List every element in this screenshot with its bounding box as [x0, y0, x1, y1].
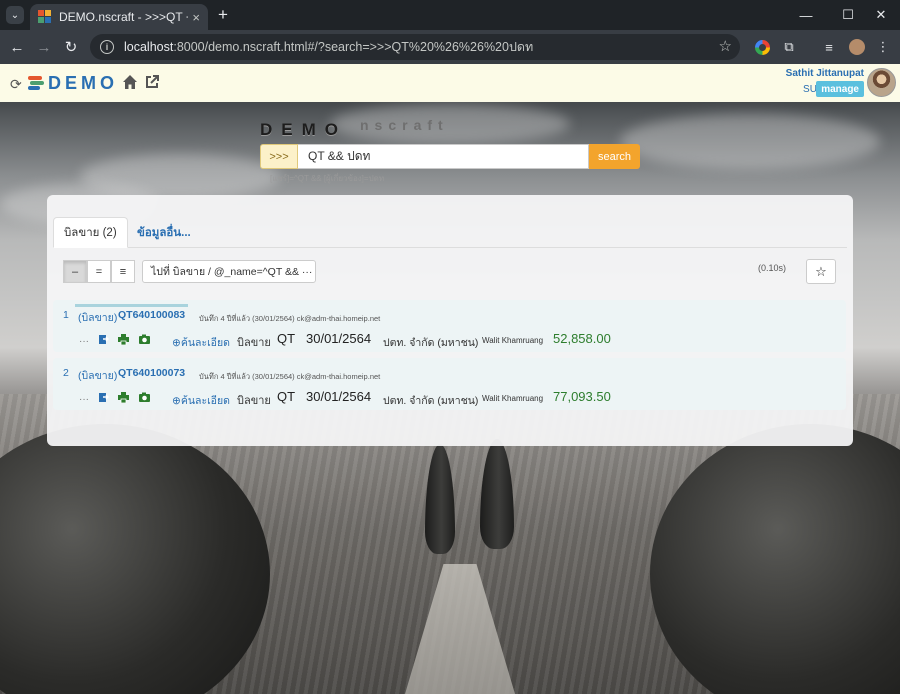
row-company: ปตท. จำกัด (มหาชน) [383, 395, 479, 407]
home-icon[interactable] [122, 74, 138, 90]
extensions-puzzle-icon[interactable]: ⧉ [780, 38, 798, 56]
browser-toolbar: ← → ↻ i localhost:8000/demo.nscraft.html… [0, 30, 900, 64]
print-icon[interactable] [118, 392, 129, 403]
address-bar[interactable]: i localhost:8000/demo.nscraft.html#/?sea… [90, 34, 740, 60]
url-text: localhost:8000/demo.nscraft.html#/?searc… [124, 37, 533, 57]
row-detail-link[interactable]: ⊕ค้นละเอียด [172, 334, 230, 351]
row-more-button[interactable]: ··· [79, 336, 89, 347]
search-box: >>> search [260, 144, 640, 169]
row-meta: บันทึก 4 ปีที่แล้ว (30/01/2564) ck@adm-t… [199, 372, 381, 381]
manage-button[interactable]: manage [816, 81, 864, 97]
browser-menu-icon[interactable]: ⋮ [874, 38, 892, 56]
row-prefix: QT [277, 389, 296, 404]
result-row: 1 (บิลขาย) QT640100083 บันทึก 4 ปีที่แล้… [53, 300, 846, 352]
url-host: localhost [124, 40, 174, 54]
search-hint: [แชร์]=^QT && [ผู้เกี่ยวข้อง]=ปดท [270, 174, 385, 183]
row-type-link[interactable]: (บิลขาย) [78, 367, 117, 384]
maximize-icon[interactable]: ☐ [838, 6, 858, 24]
view-compact-toggle[interactable]: – [63, 260, 87, 283]
site-info-icon[interactable]: i [100, 40, 114, 54]
row-type-link[interactable]: (บิลขาย) [78, 309, 117, 326]
row-detail-link[interactable]: ⊕ค้นละเอียด [172, 392, 230, 409]
zoom-icon: ⊕ [172, 395, 181, 407]
brand-title[interactable]: DEMO [48, 73, 118, 94]
external-link-icon[interactable] [145, 75, 159, 89]
search-input[interactable] [298, 144, 589, 169]
row-company: ปตท. จำกัด (มหาชน) [383, 337, 479, 349]
bookmark-star-icon[interactable]: ☆ [719, 37, 732, 55]
tab-other-data[interactable]: ข้อมูลอื่น... [127, 217, 201, 248]
minimize-icon[interactable]: — [796, 6, 816, 24]
row-more-button[interactable]: ··· [79, 394, 89, 405]
search-button[interactable]: search [589, 144, 640, 169]
search-prefix-button[interactable]: >>> [260, 144, 298, 169]
export-icon[interactable] [98, 392, 109, 403]
user-name[interactable]: Sathit Jittanupat [786, 68, 864, 79]
row-code-link[interactable]: QT640100083 [118, 309, 185, 321]
window-close-icon[interactable]: ✕ [871, 6, 891, 24]
profile-avatar-icon[interactable] [849, 39, 865, 55]
row-code-link[interactable]: QT640100073 [118, 367, 185, 379]
view-normal-toggle[interactable]: = [87, 260, 111, 283]
app-header: ⟳ DEMO Sathit Jittanupat SU manage [0, 64, 900, 102]
results-tabs: บิลขาย (2) ข้อมูลอื่น... [53, 217, 847, 248]
row-person: Walit Khamruang [482, 394, 544, 403]
row-highlight-bar [75, 304, 188, 307]
view-full-toggle[interactable]: ≡ [111, 260, 135, 283]
background-cloud [620, 114, 880, 169]
row-person: Walit Khamruang [482, 336, 544, 345]
export-icon[interactable] [98, 334, 109, 345]
color-extension-icon[interactable] [755, 40, 770, 55]
search-logo-sub: nscraft [360, 117, 449, 133]
goto-button[interactable]: ไปที่ บิลขาย / @_name=^QT && ··· ▶ [142, 260, 316, 283]
reload-icon[interactable]: ↻ [61, 37, 81, 57]
user-avatar[interactable] [867, 68, 896, 97]
tab-close-icon[interactable]: × [192, 10, 200, 25]
back-icon[interactable]: ← [7, 37, 27, 57]
media-queue-icon[interactable]: ≡ [820, 38, 838, 56]
row-number: 1 [63, 309, 69, 321]
camera-icon[interactable] [139, 392, 150, 403]
zoom-icon: ⊕ [172, 337, 181, 349]
row-prefix: QT [277, 331, 296, 346]
row-detail-label: ค้นละเอียด [180, 395, 230, 407]
row-amount: 52,858.00 [553, 331, 611, 346]
search-logo: DEMO [260, 120, 347, 139]
refresh-icon[interactable]: ⟳ [10, 76, 22, 93]
page-viewport: ⟳ DEMO Sathit Jittanupat SU manage DEMO … [0, 64, 900, 694]
row-meta: บันทึก 4 ปีที่แล้ว (30/01/2564) ck@adm-t… [199, 314, 381, 323]
browser-tab-bar: ⌄ DEMO.nscraft - >>>QT + +ปดท × + — ☐ ✕ [0, 0, 900, 30]
favicon-icon [38, 10, 52, 24]
tab-search-chevron-icon[interactable]: ⌄ [6, 6, 24, 24]
row-doc-type: บิลขาย [237, 395, 271, 407]
row-amount: 77,093.50 [553, 389, 611, 404]
query-timing: (0.10s) [758, 263, 787, 273]
browser-tab[interactable]: DEMO.nscraft - >>>QT + +ปดท × [30, 4, 208, 30]
row-number: 2 [63, 367, 69, 379]
results-panel: บิลขาย (2) ข้อมูลอื่น... – = ≡ ไปที่ บิล… [47, 195, 853, 446]
url-path: :8000/demo.nscraft.html#/?search=>>>QT%2… [173, 40, 534, 54]
print-icon[interactable] [118, 334, 129, 345]
row-detail-label: ค้นละเอียด [180, 337, 230, 349]
favorite-star-button[interactable]: ☆ [806, 259, 836, 284]
row-doc-type: บิลขาย [237, 337, 271, 349]
forward-icon[interactable]: → [34, 37, 54, 57]
camera-icon[interactable] [139, 334, 150, 345]
logo-icon [28, 76, 44, 90]
row-date: 30/01/2564 [306, 389, 372, 404]
tab-title: DEMO.nscraft - >>>QT + +ปดท [59, 9, 188, 24]
result-row: 2 (บิลขาย) QT640100073 บันทึก 4 ปีที่แล้… [53, 358, 846, 410]
tab-sales-bills[interactable]: บิลขาย (2) [53, 217, 128, 248]
row-date: 30/01/2564 [306, 331, 372, 346]
new-tab-icon[interactable]: + [213, 5, 233, 25]
